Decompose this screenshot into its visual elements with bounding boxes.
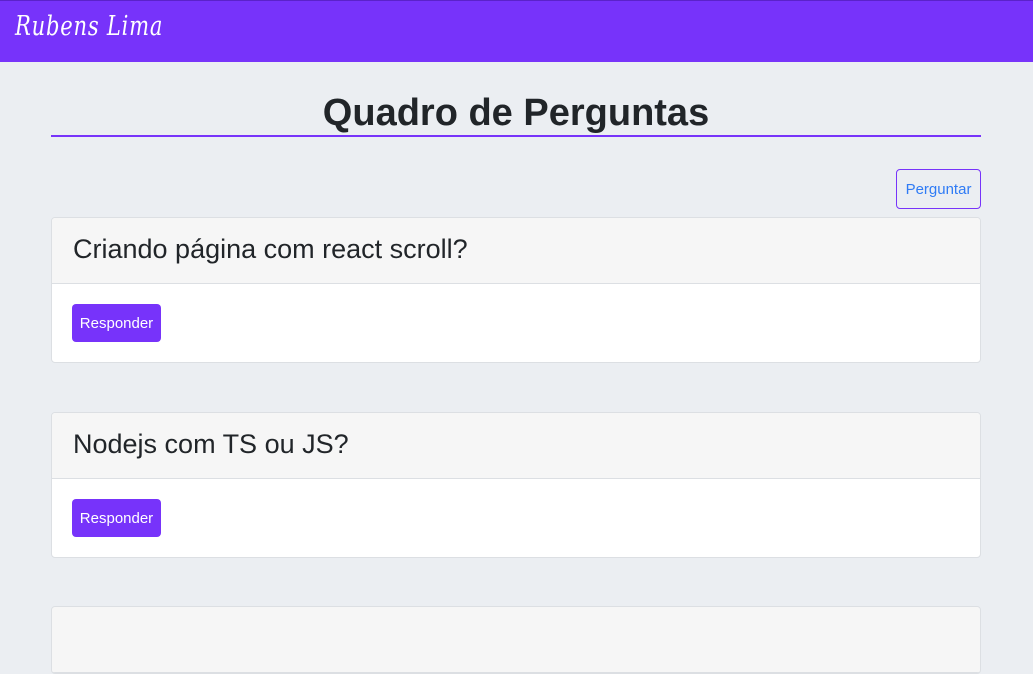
question-card-body: Responder — [52, 284, 980, 362]
question-card-body: Responder — [52, 479, 980, 557]
question-title: Nodejs com TS ou JS? — [52, 413, 980, 479]
question-card — [51, 606, 981, 674]
question-title: Criando página com react scroll? — [52, 218, 980, 284]
page-title: Quadro de Perguntas — [51, 88, 981, 137]
reply-button[interactable]: Responder — [72, 499, 161, 537]
ask-question-button[interactable]: Perguntar — [896, 169, 981, 209]
question-title — [52, 607, 980, 673]
question-card: Criando página com react scroll? Respond… — [51, 217, 981, 363]
question-card: Nodejs com TS ou JS? Responder — [51, 412, 981, 558]
brand-logo[interactable]: Rubens Lima — [15, 11, 163, 42]
reply-button[interactable]: Responder — [72, 304, 161, 342]
top-navbar: Rubens Lima — [0, 0, 1033, 62]
